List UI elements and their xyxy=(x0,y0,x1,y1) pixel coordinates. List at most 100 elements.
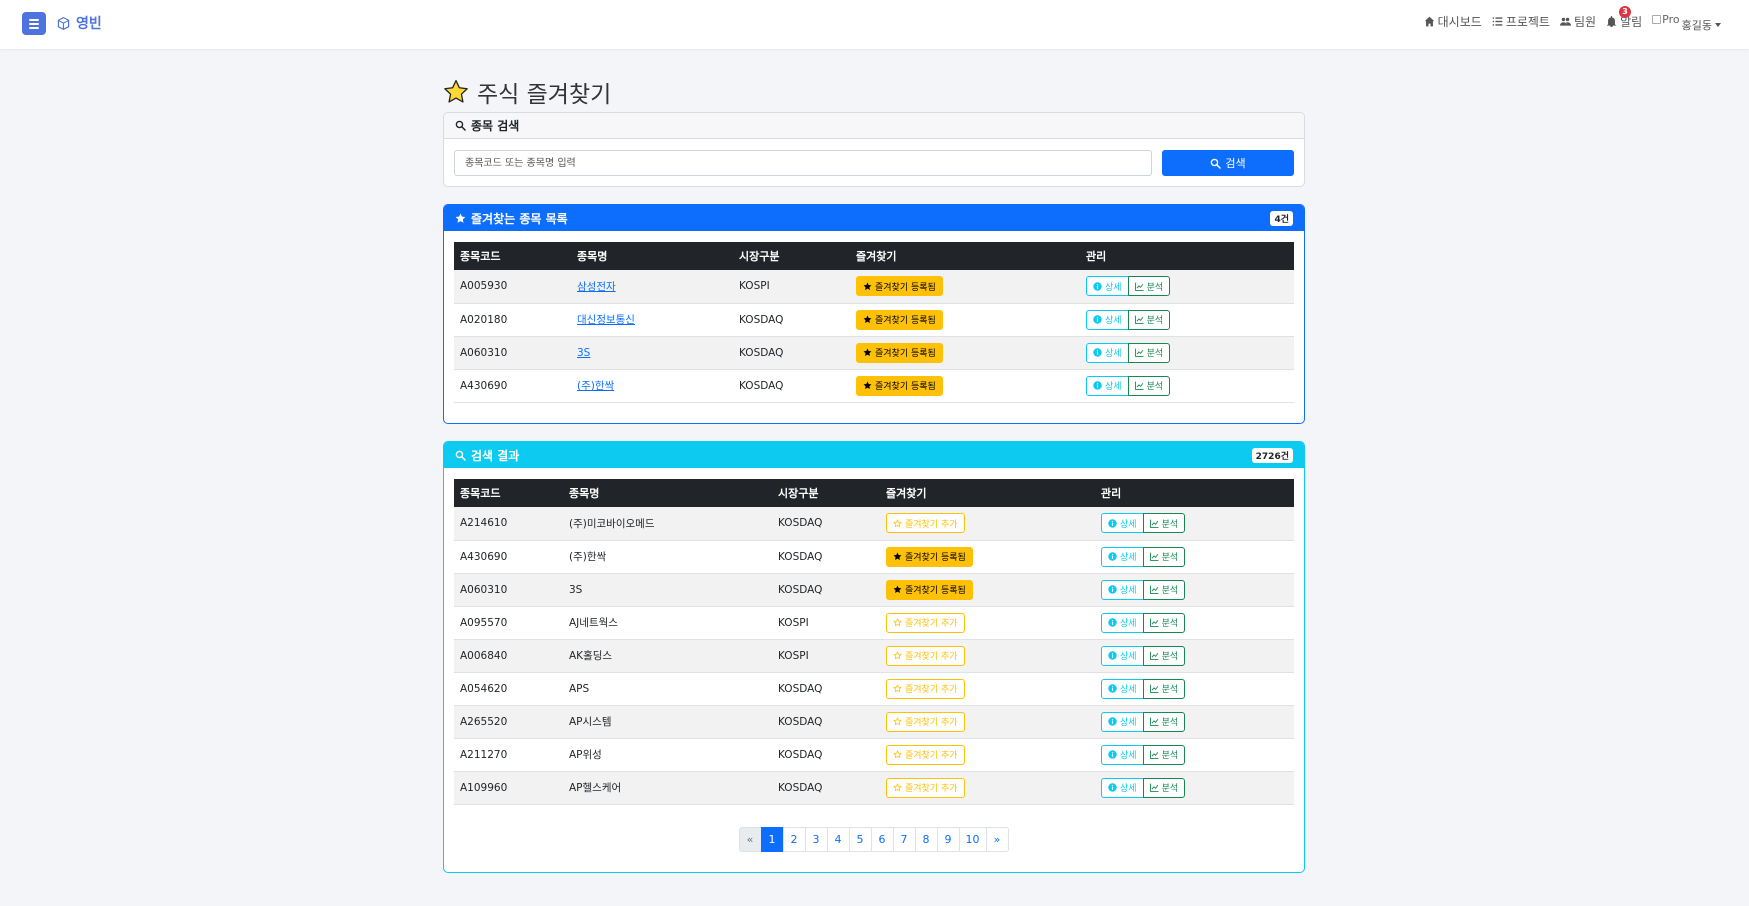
col-market: 시장구분 xyxy=(772,479,880,507)
favorite-registered-button[interactable]: 즐겨찾기 등록됨 xyxy=(856,309,943,330)
pagination-page-9[interactable]: 9 xyxy=(936,826,960,852)
market-type: KOSDAQ xyxy=(772,573,880,607)
analysis-button[interactable]: 분석 xyxy=(1142,612,1186,633)
search-button[interactable]: 검색 xyxy=(1162,150,1294,176)
detail-button[interactable]: 상세 xyxy=(1101,777,1144,798)
detail-button[interactable]: 상세 xyxy=(1101,513,1144,534)
pagination-page-8[interactable]: 8 xyxy=(914,826,938,852)
analysis-button[interactable]: 분석 xyxy=(1142,645,1186,666)
manage-cell: 상세 분석 xyxy=(1095,639,1294,673)
detail-button[interactable]: 상세 xyxy=(1101,579,1144,600)
analysis-button[interactable]: 분석 xyxy=(1142,777,1186,798)
favorite-add-button[interactable]: 즐겨찾기 추가 xyxy=(886,744,965,765)
pagination-page-7[interactable]: 7 xyxy=(892,826,916,852)
stock-name-link[interactable]: 3S xyxy=(577,347,590,359)
users-icon xyxy=(1559,17,1571,26)
pagination-page-3[interactable]: 3 xyxy=(804,826,828,852)
detail-button[interactable]: 상세 xyxy=(1101,744,1144,765)
stock-name: AP위성 xyxy=(563,738,772,772)
pagination-prev[interactable]: « xyxy=(738,826,762,852)
favorite-registered-button[interactable]: 즐겨찾기 등록됨 xyxy=(856,342,943,363)
info-circle-icon xyxy=(1093,348,1102,357)
favorite-add-button[interactable]: 즐겨찾기 추가 xyxy=(886,678,965,699)
favorite-registered-button[interactable]: 즐겨찾기 등록됨 xyxy=(856,276,943,297)
analysis-button-label: 분석 xyxy=(1161,718,1179,728)
favorite-registered-button[interactable]: 즐겨찾기 등록됨 xyxy=(886,546,973,567)
nav-alerts[interactable]: 3 알림 xyxy=(1606,5,1642,30)
chart-line-icon xyxy=(1134,315,1143,324)
search-form: 검색 xyxy=(444,139,1304,186)
analysis-button[interactable]: 분석 xyxy=(1127,276,1171,297)
market-type: KOSDAQ xyxy=(733,336,850,370)
favorite-label: 즐겨찾기 추가 xyxy=(905,652,958,662)
pagination-page-1[interactable]: 1 xyxy=(760,826,784,852)
detail-button[interactable]: 상세 xyxy=(1086,375,1129,396)
detail-button-label: 상세 xyxy=(1120,619,1137,629)
analysis-button[interactable]: 분석 xyxy=(1127,342,1171,363)
favorite-add-button[interactable]: 즐겨찾기 추가 xyxy=(886,777,965,798)
analysis-button-label: 분석 xyxy=(1161,652,1179,662)
manage-cell: 상세 분석 xyxy=(1095,705,1294,739)
analysis-button[interactable]: 분석 xyxy=(1142,744,1186,765)
analysis-button[interactable]: 분석 xyxy=(1142,678,1186,699)
market-type: KOSDAQ xyxy=(772,540,880,574)
chart-line-icon xyxy=(1134,282,1143,291)
col-favorite: 즐겨찾기 xyxy=(880,479,1095,507)
star-outline-icon xyxy=(893,618,902,626)
stock-name-cell: (주)한싹 xyxy=(571,369,733,403)
pagination-page-10[interactable]: 10 xyxy=(958,826,987,852)
favorite-add-button[interactable]: 즐겨찾기 추가 xyxy=(886,711,965,732)
star-icon xyxy=(863,348,872,356)
favorite-add-button[interactable]: 즐겨찾기 추가 xyxy=(886,612,965,633)
market-type: KOSDAQ xyxy=(772,738,880,772)
star-outline-icon xyxy=(893,750,902,758)
analysis-button[interactable]: 분석 xyxy=(1142,513,1186,534)
favorite-registered-button[interactable]: 즐겨찾기 등록됨 xyxy=(856,375,943,396)
pagination-page-2[interactable]: 2 xyxy=(782,826,806,852)
stock-name-link[interactable]: 삼성전자 xyxy=(577,281,616,293)
brand[interactable]: 영빈 xyxy=(57,13,102,33)
col-manage: 관리 xyxy=(1080,242,1294,270)
detail-button[interactable]: 상세 xyxy=(1101,612,1144,633)
favorite-add-button[interactable]: 즐겨찾기 추가 xyxy=(886,645,965,666)
favorite-label: 즐겨찾기 추가 xyxy=(905,685,958,695)
favorite-add-button[interactable]: 즐겨찾기 추가 xyxy=(886,513,965,534)
profile-dropdown[interactable]: Pro 홍길동 xyxy=(1652,9,1721,33)
stock-name-link[interactable]: (주)한싹 xyxy=(577,380,614,392)
detail-button[interactable]: 상세 xyxy=(1086,276,1129,297)
sidebar-toggle-button[interactable] xyxy=(22,12,46,35)
analysis-button[interactable]: 분석 xyxy=(1142,579,1186,600)
detail-button[interactable]: 상세 xyxy=(1101,711,1144,732)
market-type: KOSPI xyxy=(772,606,880,640)
favorite-cell: 즐겨찾기 등록됨 xyxy=(880,573,1095,607)
analysis-button[interactable]: 분석 xyxy=(1127,309,1171,330)
action-buttons: 상세 분석 xyxy=(1101,579,1186,600)
pagination-page-5[interactable]: 5 xyxy=(848,826,872,852)
detail-button[interactable]: 상세 xyxy=(1086,342,1129,363)
nav-dashboard[interactable]: 대시보드 xyxy=(1424,13,1482,30)
nav-team-label: 팀원 xyxy=(1573,14,1597,29)
pagination-page-6[interactable]: 6 xyxy=(870,826,894,852)
col-name: 종목명 xyxy=(563,479,772,507)
pagination-page-4[interactable]: 4 xyxy=(826,826,850,852)
stock-name-link[interactable]: 대신정보통신 xyxy=(577,314,635,326)
analysis-button[interactable]: 분석 xyxy=(1127,375,1171,396)
nav-projects[interactable]: 프로젝트 xyxy=(1492,13,1550,30)
stock-code: A095570 xyxy=(454,606,563,640)
detail-button[interactable]: 상세 xyxy=(1086,309,1129,330)
table-row: A109960 AP헬스케어 KOSDAQ 즐겨찾기 추가 상세 분석 xyxy=(454,771,1294,805)
pagination-next[interactable]: » xyxy=(985,826,1009,852)
detail-button[interactable]: 상세 xyxy=(1101,678,1144,699)
analysis-button[interactable]: 분석 xyxy=(1142,546,1186,567)
stock-name-cell: 대신정보통신 xyxy=(571,303,733,337)
nav-team[interactable]: 팀원 xyxy=(1559,13,1597,30)
search-input[interactable] xyxy=(454,150,1152,176)
avatar: Pro xyxy=(1652,12,1680,26)
detail-button[interactable]: 상세 xyxy=(1101,546,1144,567)
favorite-cell: 즐겨찾기 등록됨 xyxy=(850,270,1080,304)
favorite-registered-button[interactable]: 즐겨찾기 등록됨 xyxy=(886,579,973,600)
analysis-button[interactable]: 분석 xyxy=(1142,711,1186,732)
col-manage: 관리 xyxy=(1095,479,1294,507)
avatar-alt-text: Pro xyxy=(1662,12,1680,26)
detail-button[interactable]: 상세 xyxy=(1101,645,1144,666)
